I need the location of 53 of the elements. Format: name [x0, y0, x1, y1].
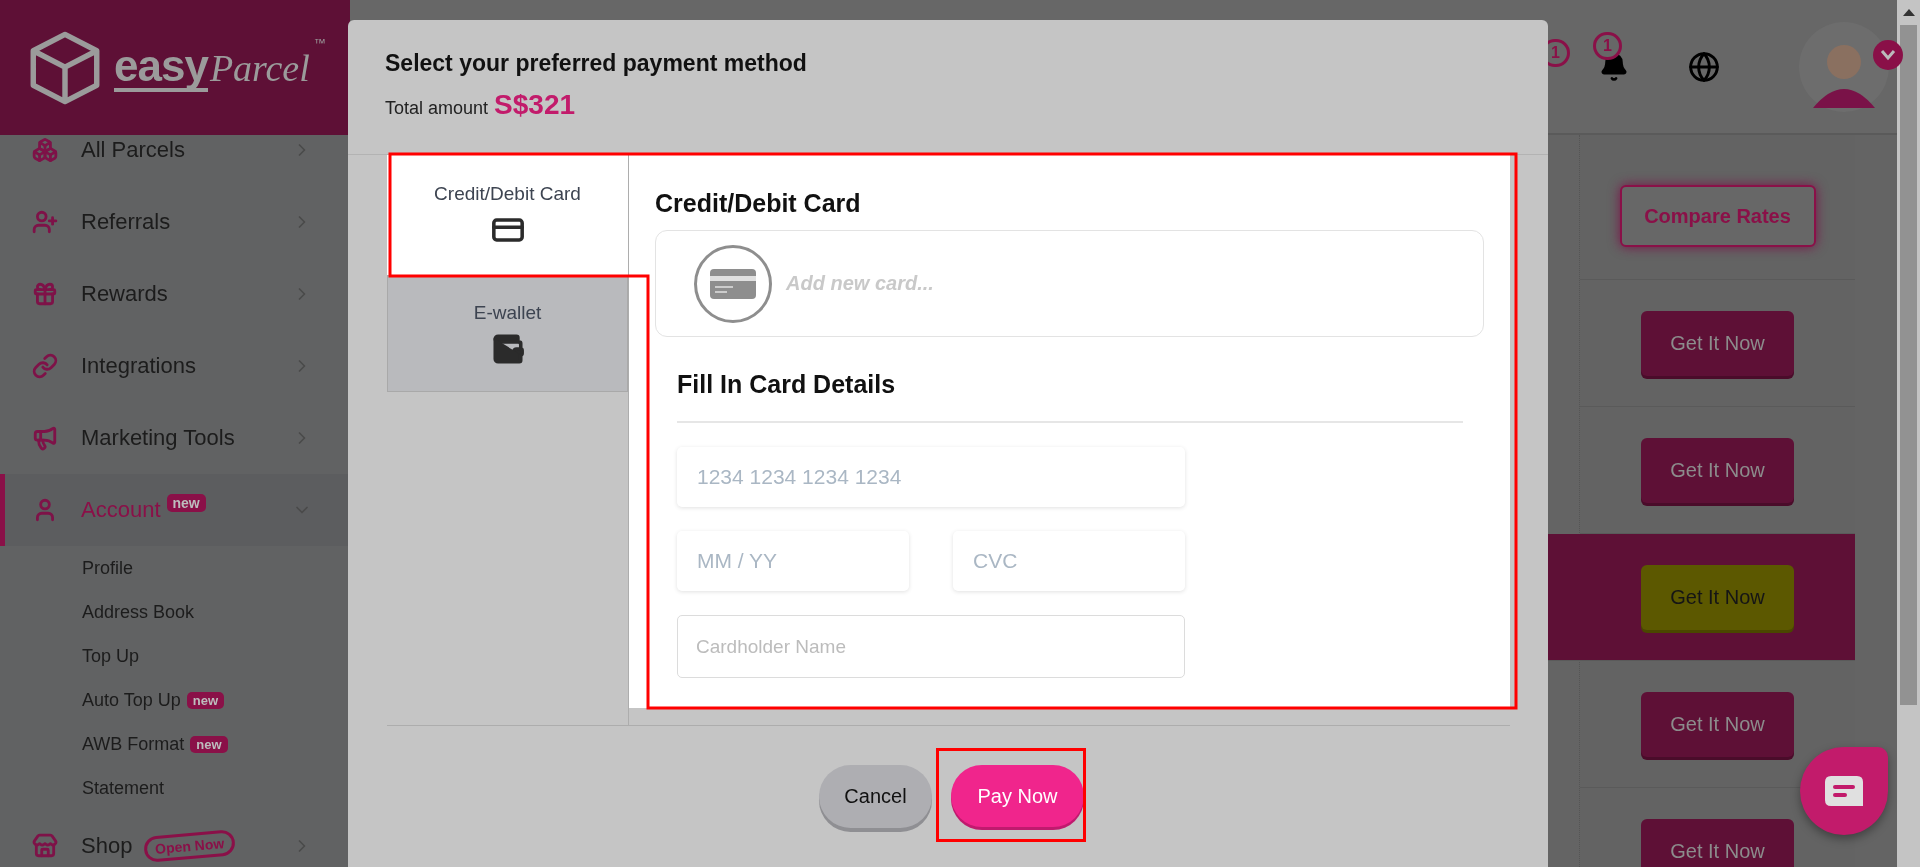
sidebar-item[interactable]: Marketing Tools	[0, 402, 350, 474]
sidebar-item[interactable]: Shop Open Now	[0, 810, 350, 867]
scrollbar[interactable]	[1897, 0, 1920, 867]
get-it-now-button[interactable]: Get It Now	[1641, 437, 1794, 503]
sidebar-item[interactable]: Account new	[0, 474, 350, 546]
submenu-link[interactable]: Auto Top Up	[82, 689, 181, 711]
get-it-now-button[interactable]: Get It Now	[1641, 310, 1794, 376]
details-title: Fill In Card Details	[677, 370, 1463, 423]
submenu-link[interactable]: Top Up	[82, 645, 140, 667]
total-amount: S$321	[494, 89, 576, 121]
sidebar-label: Shop	[81, 833, 133, 859]
cardholder-name-field[interactable]: Cardholder Name	[677, 615, 1185, 678]
new-badge: new	[166, 494, 206, 512]
new-badge: new	[190, 735, 228, 753]
card-number-field[interactable]: 1234 1234 1234 1234	[677, 447, 1185, 507]
sidebar-label: Rewards	[81, 281, 168, 307]
cvc-field[interactable]: CVC	[953, 531, 1185, 591]
expiry-field[interactable]: MM / YY	[677, 531, 909, 591]
new-badge: new	[186, 691, 225, 709]
submenu-link[interactable]: Profile	[82, 557, 134, 579]
panel-title: Credit/Debit Card	[655, 189, 862, 218]
sidebar-label: Marketing Tools	[81, 425, 235, 451]
sidebar-item[interactable]: Rewards	[0, 258, 350, 330]
sidebar-item[interactable]: Referrals	[0, 186, 350, 258]
sidebar-label: Account	[81, 497, 161, 523]
person-silhouette	[1813, 44, 1875, 108]
submenu-link[interactable]: AWB Format	[82, 733, 185, 755]
submenu-link[interactable]: Address Book	[82, 601, 195, 623]
sidebar-item[interactable]: Integrations	[0, 330, 350, 402]
get-it-now-button[interactable]: Get It Now	[1641, 564, 1794, 630]
get-it-now-button[interactable]: Get It Now	[1641, 691, 1794, 757]
card-icon	[694, 244, 772, 323]
sidebar-item[interactable]: All Parcels	[0, 135, 350, 186]
globe-icon[interactable]	[1688, 50, 1720, 83]
sidebar-label: All Parcels	[81, 137, 185, 163]
logo-script-text: Parcel	[209, 48, 310, 87]
sidebar-label: Integrations	[81, 353, 196, 379]
total-label: Total amount	[385, 98, 489, 119]
trademark-mark: ™	[313, 36, 326, 50]
logo-text: easy	[114, 43, 208, 92]
sidebar-label: Referrals	[81, 209, 171, 235]
wallet-icon	[490, 331, 525, 366]
pay-now-button[interactable]: Pay Now	[951, 765, 1084, 827]
payment-tab[interactable]: E-wallet	[387, 275, 628, 392]
submenu-link[interactable]: Statement	[82, 777, 165, 799]
count-badge: 1	[1593, 31, 1622, 60]
chat-button[interactable]	[1800, 747, 1888, 835]
dialog-title: Select your preferred payment method	[385, 50, 808, 77]
get-it-now-button[interactable]: Get It Now	[1641, 818, 1794, 867]
compare-rates-button[interactable]: Compare Rates	[1619, 185, 1816, 247]
chat-icon	[1825, 776, 1863, 806]
open-now-tag: Open Now	[143, 829, 237, 863]
payment-tab[interactable]: Credit/Debit Card	[387, 155, 628, 275]
